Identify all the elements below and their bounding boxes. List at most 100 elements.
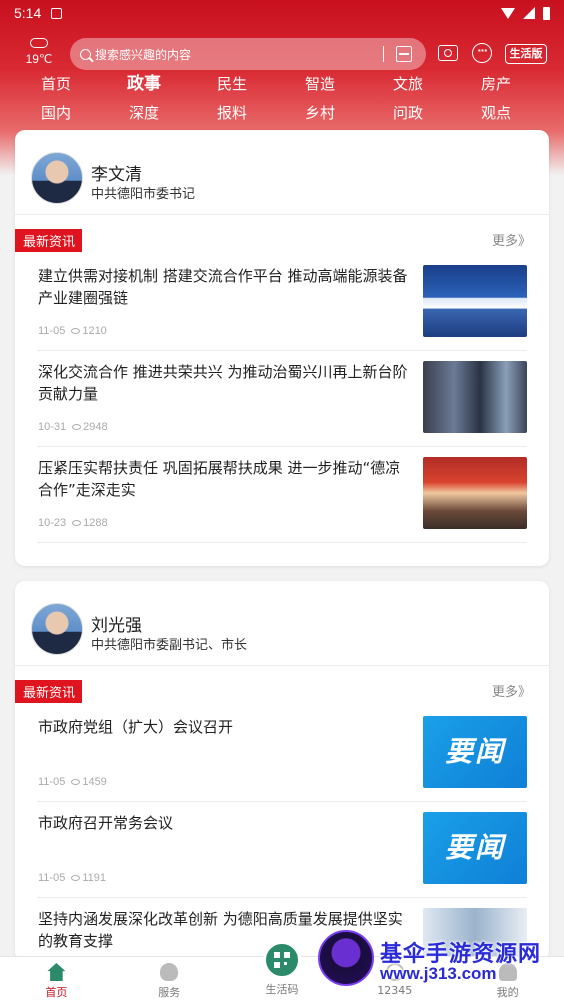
news-title: 深化交流合作 推进共荣共兴 为推动治蜀兴川再上新台阶贡献力量 <box>38 363 408 403</box>
more-link[interactable]: 更多》 <box>492 681 531 700</box>
leader-profile[interactable]: 李文清 中共德阳市委书记 <box>15 130 549 215</box>
news-item[interactable]: 压紧压实帮扶责任 巩固拓展帮扶成果 进一步推动“德凉合作”走深走实 10-23 1… <box>37 447 527 543</box>
phone-icon <box>385 963 404 981</box>
leader-name: 李文清 <box>91 165 142 185</box>
tab-label: 我的 <box>496 986 519 999</box>
channel-tab-active[interactable]: 政事 <box>100 72 188 101</box>
channel-tab[interactable]: 首页 <box>12 72 100 101</box>
news-meta: 11-05 1210 <box>38 325 107 337</box>
news-title: 市政府召开常务会议 <box>38 814 174 832</box>
channel-tab[interactable]: 文旅 <box>364 72 452 101</box>
channel-tab[interactable]: 观点 <box>452 101 540 130</box>
tab-label: 首页 <box>45 986 68 999</box>
channel-tab[interactable]: 深度 <box>100 101 188 130</box>
eye-icon <box>71 875 81 882</box>
news-meta: 11-05 1191 <box>38 872 106 884</box>
cloud-icon <box>30 38 48 48</box>
leader-title: 中共德阳市委书记 <box>91 187 196 202</box>
service-icon <box>160 963 179 981</box>
status-time: 5:14 <box>14 5 42 21</box>
wifi-icon <box>501 7 515 19</box>
eye-icon <box>72 520 82 527</box>
news-title: 压紧压实帮扶责任 巩固拓展帮扶成果 进一步推动“德凉合作”走深走实 <box>38 459 401 499</box>
qr-code-icon <box>262 941 301 979</box>
news-item[interactable]: 市政府党组（扩大）会议召开 11-05 1459 要闻 <box>37 706 527 802</box>
news-date: 11-05 <box>38 776 66 788</box>
tab-me[interactable]: 我的 <box>451 957 564 1004</box>
section-header: 最新资讯 更多》 <box>15 666 549 706</box>
news-date: 10-31 <box>38 421 67 433</box>
section-header: 最新资讯 更多》 <box>15 215 549 255</box>
eye-icon <box>71 328 81 335</box>
news-item[interactable]: 深化交流合作 推进共荣共兴 为推动治蜀兴川再上新台阶贡献力量 10-31 2948 <box>37 351 527 447</box>
news-title: 建立供需对接机制 搭建交流合作平台 推动高端能源装备产业建圈强链 <box>38 267 408 307</box>
camera-icon[interactable] <box>438 45 458 61</box>
leader-name: 刘光强 <box>91 616 142 636</box>
status-bar: 5:14 <box>0 0 564 26</box>
channel-tab[interactable]: 国内 <box>12 101 100 130</box>
tab-label: 12345 <box>377 984 413 997</box>
channel-tab[interactable]: 问政 <box>364 101 452 130</box>
leader-profile[interactable]: 刘光强 中共德阳市委副书记、市长 <box>15 581 549 666</box>
avatar <box>31 152 83 204</box>
news-meta: 11-05 1459 <box>38 776 107 788</box>
news-thumbnail <box>423 265 527 337</box>
search-divider <box>383 46 384 62</box>
signal-icon <box>523 7 535 19</box>
news-item[interactable]: 建立供需对接机制 搭建交流合作平台 推动高端能源装备产业建圈强链 11-05 12… <box>37 255 527 351</box>
news-date: 11-05 <box>38 872 66 884</box>
news-views: 1191 <box>82 872 106 884</box>
tab-12345[interactable]: 12345 <box>338 957 451 1004</box>
life-mode-button[interactable]: 生活版 <box>505 44 547 64</box>
scan-icon[interactable] <box>396 46 412 62</box>
news-views: 1288 <box>83 517 108 529</box>
news-title: 市政府党组（扩大）会议召开 <box>38 718 234 736</box>
eye-icon <box>71 779 81 786</box>
notification-icon <box>51 7 63 19</box>
top-bar: 19℃ 搜索感兴趣的内容 ··· 生活版 <box>0 34 564 74</box>
eye-icon <box>72 424 82 431</box>
search-input[interactable]: 搜索感兴趣的内容 <box>70 38 426 70</box>
tab-home[interactable]: 首页 <box>0 957 113 1004</box>
bottom-tab-bar: 首页 服务 生活码 12345 我的 <box>0 941 564 1004</box>
avatar <box>31 603 83 655</box>
tab-service[interactable]: 服务 <box>113 957 226 1004</box>
news-date: 10-23 <box>38 517 67 529</box>
news-thumbnail <box>423 457 527 529</box>
tab-label: 生活码 <box>265 983 299 996</box>
channel-tab[interactable]: 智造 <box>276 72 364 101</box>
news-thumbnail <box>423 361 527 433</box>
search-placeholder: 搜索感兴趣的内容 <box>95 47 192 62</box>
news-views: 1210 <box>82 325 107 337</box>
channel-row: 国内 深度 报料 乡村 问政 观点 <box>12 101 552 130</box>
battery-icon <box>543 6 550 20</box>
latest-news-badge: 最新资讯 <box>15 229 83 252</box>
news-meta: 10-31 2948 <box>38 421 108 433</box>
weather-widget[interactable]: 19℃ <box>20 36 58 66</box>
channel-tab[interactable]: 乡村 <box>276 101 364 130</box>
tab-label: 服务 <box>158 986 181 999</box>
home-icon <box>47 963 66 981</box>
news-thumbnail: 要闻 <box>423 716 527 788</box>
news-title: 坚持内涵发展深化改革创新 为德阳高质量发展提供坚实的教育支撑 <box>38 910 403 950</box>
weather-temperature: 19℃ <box>25 52 53 66</box>
channel-tab[interactable]: 报料 <box>188 101 276 130</box>
news-views: 1459 <box>82 776 107 788</box>
latest-news-badge: 最新资讯 <box>15 680 83 703</box>
leader-title: 中共德阳市委副书记、市长 <box>91 638 248 653</box>
tab-life-code[interactable]: 生活码 <box>226 941 339 1004</box>
news-thumbnail <box>423 908 527 961</box>
news-thumbnail: 要闻 <box>423 812 527 884</box>
message-icon[interactable]: ··· <box>472 43 492 63</box>
search-icon <box>80 48 91 60</box>
news-date: 11-05 <box>38 325 66 337</box>
more-link[interactable]: 更多》 <box>492 230 531 249</box>
channel-tab[interactable]: 房产 <box>452 72 540 101</box>
channel-nav: 首页 政事 民生 智造 文旅 房产 国内 深度 报料 乡村 问政 观点 <box>12 72 552 130</box>
news-views: 2948 <box>83 421 108 433</box>
news-meta: 10-23 1288 <box>38 517 108 529</box>
channel-tab[interactable]: 民生 <box>188 72 276 101</box>
leader-card: 李文清 中共德阳市委书记 最新资讯 更多》 建立供需对接机制 搭建交流合作平台 … <box>15 130 549 566</box>
news-item[interactable]: 市政府召开常务会议 11-05 1191 要闻 <box>37 802 527 898</box>
leader-card: 刘光强 中共德阳市委副书记、市长 最新资讯 更多》 市政府党组（扩大）会议召开 … <box>15 581 549 961</box>
